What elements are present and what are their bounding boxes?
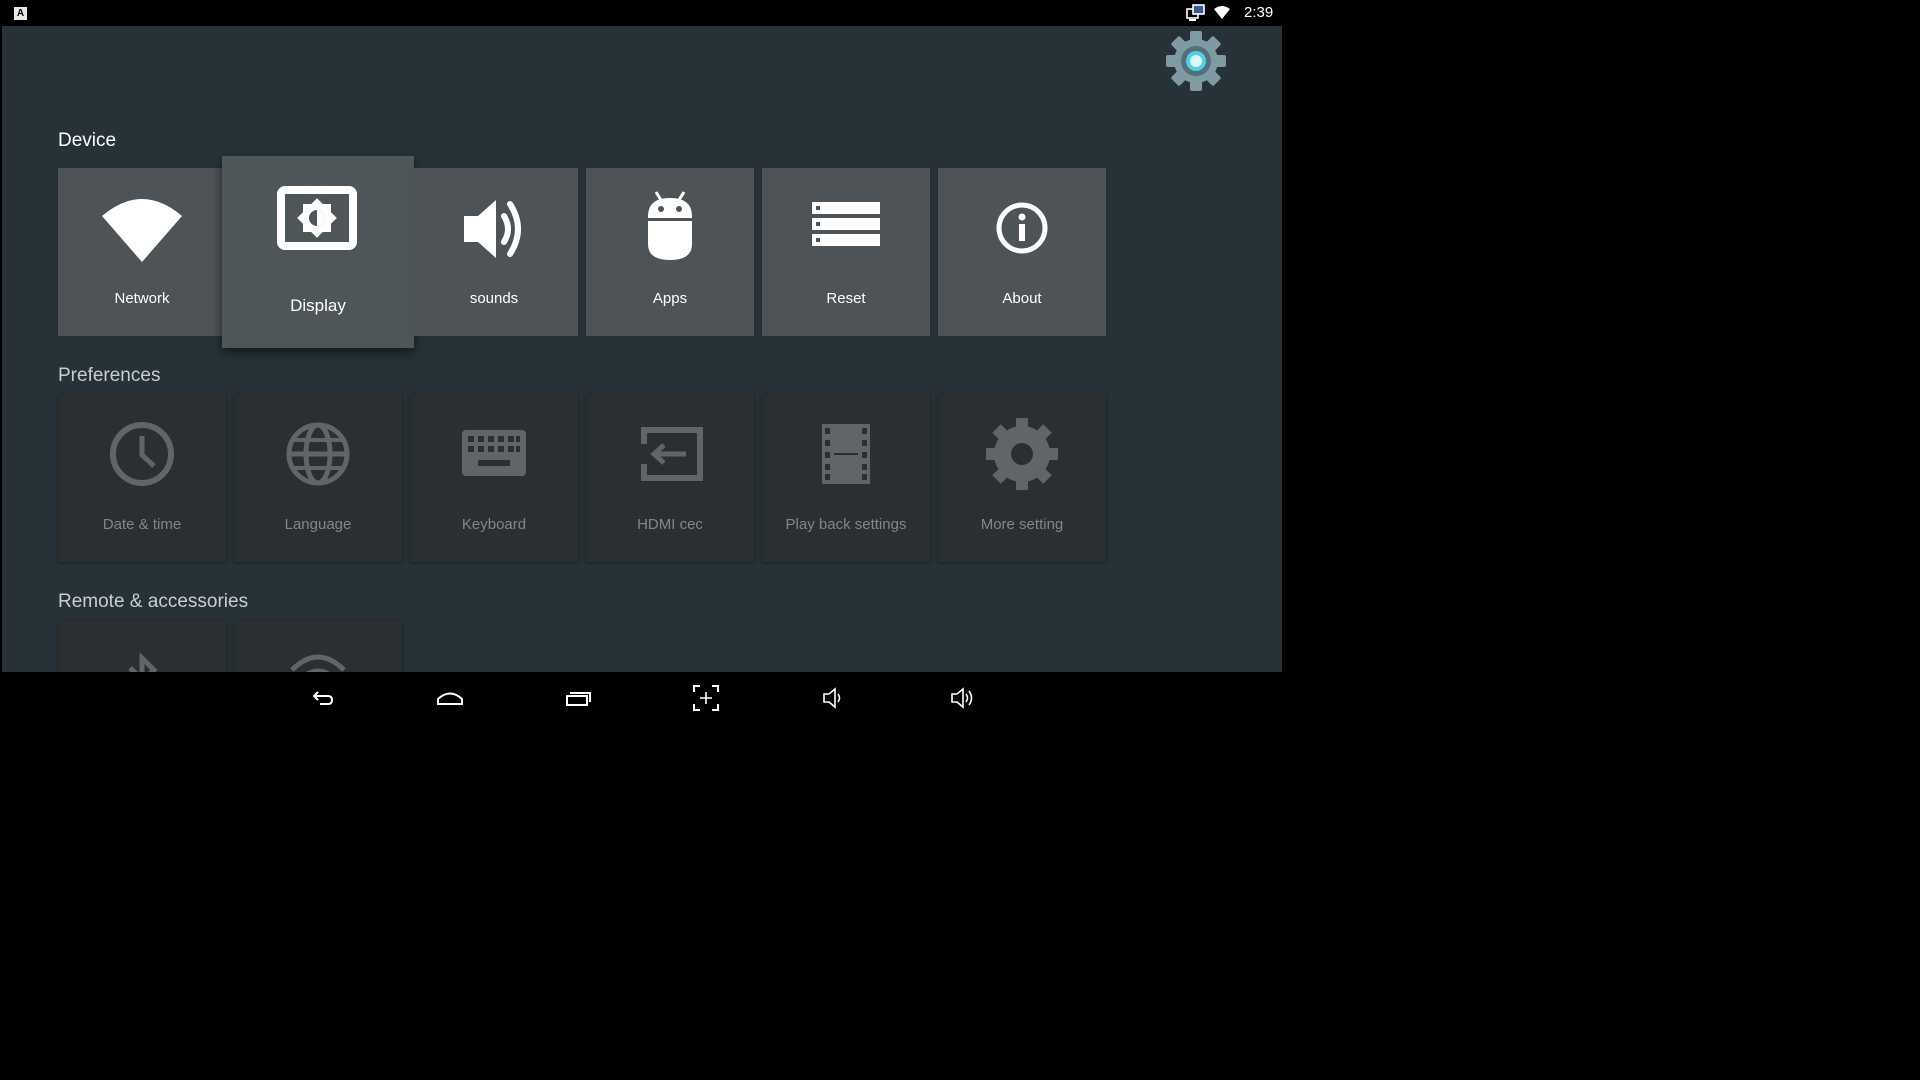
tile-reset[interactable]: Reset xyxy=(762,168,930,336)
tile-display[interactable]: Display xyxy=(222,156,414,348)
tile-label: Reset xyxy=(826,290,866,307)
remote-signal-icon xyxy=(290,654,346,672)
section-title-device: Device xyxy=(58,130,117,151)
display-icon xyxy=(277,186,357,250)
tile-network[interactable]: Network xyxy=(58,168,226,336)
tile-label: sounds xyxy=(469,290,519,307)
clock-icon xyxy=(110,422,174,486)
tile-bluetooth[interactable] xyxy=(58,620,226,672)
keyboard-icon xyxy=(462,430,526,476)
tile-keyboard[interactable]: Keyboard xyxy=(410,394,578,562)
reset-icon xyxy=(812,202,880,246)
status-bar: A 2:39 xyxy=(0,0,1282,26)
section-title-remote: Remote & accessories xyxy=(58,591,249,612)
info-icon xyxy=(996,202,1048,254)
volume-down-icon[interactable] xyxy=(820,684,848,712)
wifi-status-icon xyxy=(1214,6,1230,19)
tile-apps[interactable]: Apps xyxy=(586,168,754,336)
tile-label: More setting xyxy=(980,516,1064,533)
tile-playback-settings[interactable]: Play back settings xyxy=(762,394,930,562)
home-icon[interactable] xyxy=(436,684,464,712)
bluetooth-icon xyxy=(128,651,158,672)
back-icon[interactable] xyxy=(308,684,336,712)
recent-apps-icon[interactable] xyxy=(564,684,592,712)
wifi-icon xyxy=(102,199,182,262)
tile-remote[interactable] xyxy=(234,620,402,672)
tile-label: Language xyxy=(284,516,352,533)
tile-label: Display xyxy=(290,296,346,315)
tile-label: Date & time xyxy=(102,516,182,533)
volume-up-icon[interactable] xyxy=(948,684,976,712)
speaker-icon xyxy=(464,200,521,258)
android-icon xyxy=(648,191,692,260)
screenshot-icon[interactable] xyxy=(692,684,720,712)
network-status-icon xyxy=(1186,4,1205,21)
settings-logo-icon xyxy=(1166,31,1226,91)
tile-hdmi-cec[interactable]: HDMI cec xyxy=(586,394,754,562)
tile-label: Keyboard xyxy=(461,516,527,533)
section-title-preferences: Preferences xyxy=(58,365,161,386)
tile-label: About xyxy=(1002,290,1042,307)
gear-icon xyxy=(986,418,1058,490)
film-icon xyxy=(822,424,870,484)
tile-label: Play back settings xyxy=(785,516,907,533)
hdmi-input-icon xyxy=(641,427,703,481)
tile-more-setting[interactable]: More setting xyxy=(938,394,1106,562)
tile-about[interactable]: About xyxy=(938,168,1106,336)
clock: 2:39 xyxy=(1244,4,1274,21)
globe-icon xyxy=(286,422,350,486)
settings-app: Device Network Display sounds Apps Reset… xyxy=(2,26,1282,672)
tile-date-time[interactable]: Date & time xyxy=(58,394,226,562)
tile-label: HDMI cec xyxy=(637,516,703,533)
tile-language[interactable]: Language xyxy=(234,394,402,562)
tile-sounds[interactable]: sounds xyxy=(410,168,578,336)
navigation-bar xyxy=(0,672,1282,724)
tile-label: Network xyxy=(114,290,170,307)
tile-label: Apps xyxy=(652,290,688,307)
notification-a-icon: A xyxy=(14,7,27,20)
